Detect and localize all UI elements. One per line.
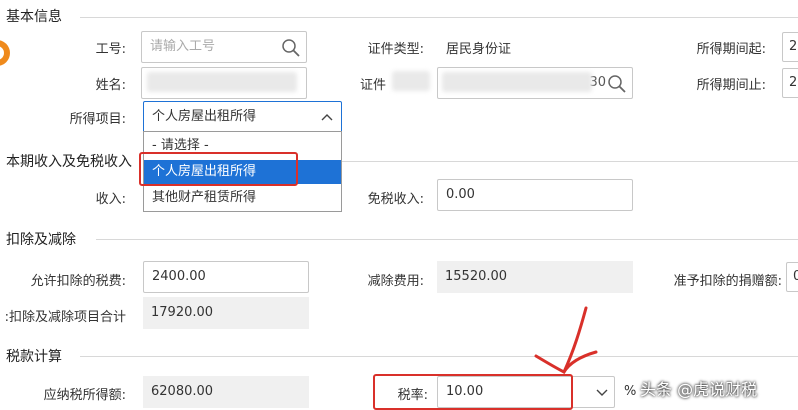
employee-id-input[interactable]: 请输入工号 (141, 31, 307, 63)
annotation-highlight-box (139, 152, 298, 186)
income-item-select[interactable]: 个人房屋出租所得 (143, 101, 342, 133)
brand-badge-icon (0, 40, 10, 66)
employee-id-placeholder: 请输入工号 (150, 39, 216, 54)
section-divider (80, 17, 798, 18)
percent-sign: % (624, 384, 637, 399)
chevron-up-icon (321, 114, 333, 121)
exempt-income-label: 免税收入: (367, 192, 424, 207)
id-type-value: 居民身份证 (446, 42, 512, 57)
section-divider (96, 239, 798, 240)
reduction-value: 15520.00 (437, 261, 633, 293)
donation-label: 准予扣除的捐赠额: (673, 274, 782, 289)
section-title-deduction: 扣除及减除 (6, 232, 76, 248)
reduction-label: 减除费用: (367, 274, 424, 289)
section-title-income: 本期收入及免税收入 (6, 154, 132, 170)
employee-id-label: 工号: (95, 42, 126, 57)
income-item-select-value: 个人房屋出租所得 (152, 109, 257, 124)
allowed-tax-label: 允许扣除的税费: (30, 274, 126, 289)
dropdown-option-other-rental[interactable]: 其他财产租赁所得 (144, 186, 341, 210)
donation-input[interactable]: 0 (786, 262, 798, 292)
total-deduction-label: 扣除及减除项目合计: (4, 310, 126, 325)
annotation-arrow-icon (534, 306, 598, 374)
section-title-tax: 税款计算 (6, 349, 62, 365)
chevron-down-icon (596, 389, 608, 396)
redacted-id-number (442, 72, 592, 92)
taxable-income-value: 62080.00 (143, 376, 309, 408)
period-start-label: 所得期间起: (696, 42, 766, 57)
income-label: 收入: (95, 192, 126, 207)
redacted-id-label (392, 71, 430, 91)
allowed-tax-input[interactable]: 2400.00 (143, 261, 309, 293)
taxable-income-label: 应纳税所得额: (43, 388, 126, 403)
search-icon[interactable] (281, 38, 301, 58)
redacted-name (147, 72, 297, 92)
section-title-basic: 基本信息 (6, 9, 62, 25)
section-divider (80, 356, 798, 357)
id-number-label: 证件 (360, 78, 387, 93)
period-start-input[interactable]: 20 (782, 32, 798, 62)
income-item-label: 所得项目: (69, 112, 126, 127)
watermark-text: 头条 @虎说财税 (640, 380, 758, 399)
period-end-label: 所得期间止: (696, 78, 766, 93)
id-type-label: 证件类型: (367, 42, 424, 57)
total-deduction-value: 17920.00 (143, 297, 309, 329)
name-label: 姓名: (95, 78, 126, 93)
search-icon[interactable] (607, 74, 627, 94)
period-end-input[interactable]: 20 (782, 68, 798, 98)
exempt-income-input[interactable]: 0.00 (437, 179, 633, 211)
